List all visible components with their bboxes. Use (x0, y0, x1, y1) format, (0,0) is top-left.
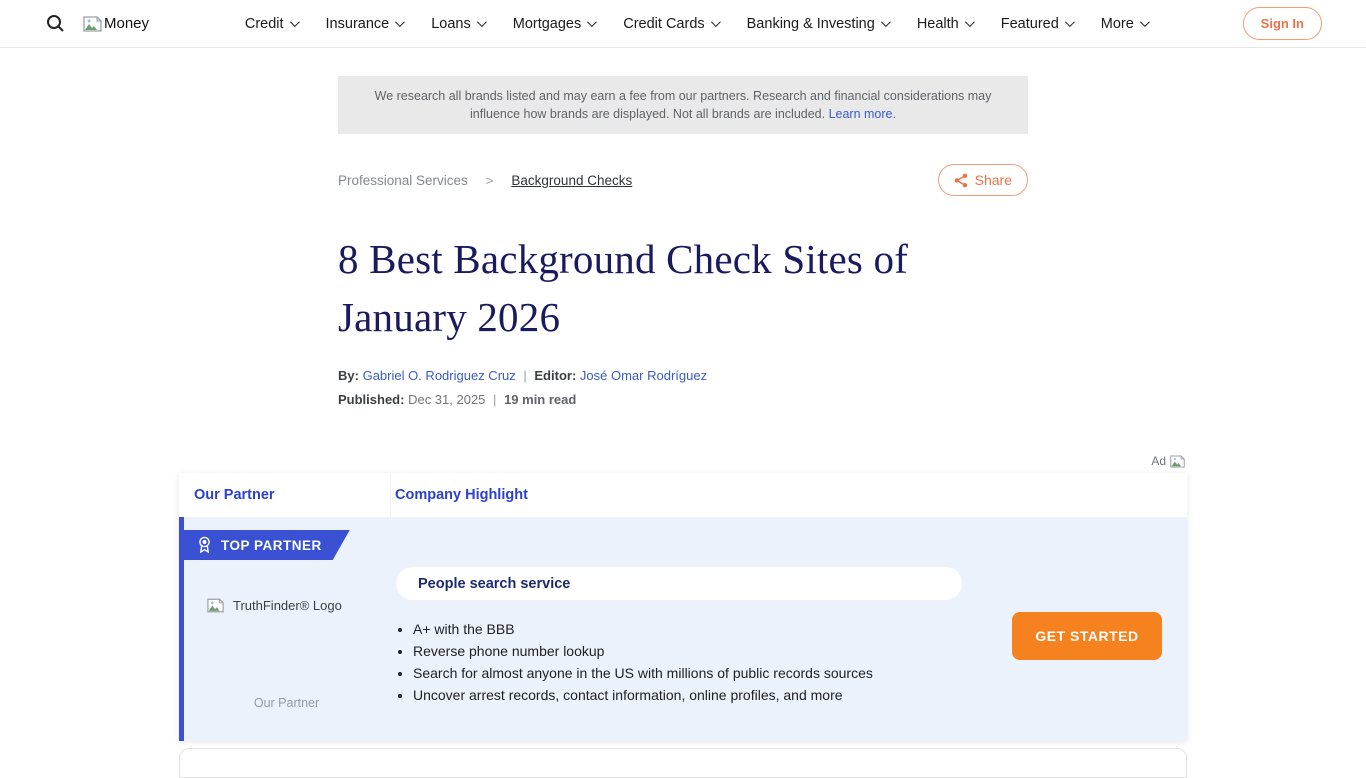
top-partner-badge-label: TOP PARTNER (221, 538, 322, 553)
highlight-bullet: Reverse phone number lookup (413, 644, 1013, 659)
partner-logo[interactable]: TruthFinder® Logo (207, 598, 342, 613)
nav-item-credit[interactable]: Credit (245, 16, 297, 32)
ad-unit: Ad Our Partner Company Highlight TOP PAR… (179, 453, 1187, 778)
our-partner-caption: Our Partner (184, 696, 389, 710)
breadcrumb-row: Professional Services > Background Check… (338, 164, 1028, 196)
next-partner-row-partial (179, 748, 1187, 778)
publine-separator: | (489, 392, 500, 407)
chevron-down-icon (289, 17, 299, 27)
published-label: Published: (338, 392, 404, 407)
chevron-down-icon (1065, 17, 1075, 27)
partner-card-body: TOP PARTNER TruthFinder® Logo Our Partne… (179, 517, 1187, 741)
top-partner-card: Our Partner Company Highlight TOP PARTNE… (179, 473, 1187, 741)
highlight-bullet-list: A+ with the BBB Reverse phone number loo… (413, 622, 1013, 710)
brand-logo[interactable]: Money (83, 15, 149, 32)
learn-more-link[interactable]: Learn more. (829, 107, 896, 121)
company-highlight-pill: People search service (396, 567, 962, 600)
ad-label: Ad (1151, 454, 1166, 468)
nav-item-loans[interactable]: Loans (431, 16, 484, 32)
company-highlight-column-header: Company Highlight (391, 486, 528, 504)
advertiser-disclosure: We research all brands listed and may ea… (338, 76, 1028, 134)
partner-card-header: Our Partner Company Highlight (179, 473, 1187, 517)
ad-label-row: Ad (179, 453, 1187, 469)
published-line: Published: Dec 31, 2025 | 19 min read (338, 392, 1028, 407)
main-nav: Credit Insurance Loans Mortgages Credit … (149, 16, 1243, 32)
nav-item-insurance[interactable]: Insurance (326, 16, 403, 32)
read-time: 19 min read (504, 392, 576, 407)
nav-item-banking-investing[interactable]: Banking & Investing (747, 16, 888, 32)
page-title: 8 Best Background Check Sites of January… (338, 230, 1028, 346)
broken-image-icon (1170, 455, 1185, 468)
chevron-down-icon (587, 17, 597, 27)
highlight-bullet: Uncover arrest records, contact informat… (413, 688, 1013, 703)
sign-in-button[interactable]: Sign In (1243, 7, 1322, 40)
search-button[interactable] (46, 14, 65, 33)
partner-logo-alt-text: TruthFinder® Logo (233, 598, 342, 613)
broken-image-icon (83, 16, 102, 32)
nav-item-credit-cards[interactable]: Credit Cards (623, 16, 717, 32)
nav-item-mortgages[interactable]: Mortgages (513, 16, 595, 32)
chevron-down-icon (965, 17, 975, 27)
chevron-down-icon (477, 17, 487, 27)
share-icon (954, 173, 968, 188)
byline: By: Gabriel O. Rodriguez Cruz | Editor: … (338, 368, 1028, 383)
author-link[interactable]: Gabriel O. Rodriguez Cruz (363, 368, 516, 383)
chevron-down-icon (395, 17, 405, 27)
get-started-button[interactable]: GET STARTED (1012, 612, 1162, 660)
our-partner-column-header: Our Partner (179, 473, 391, 517)
medal-icon (197, 536, 212, 554)
broken-image-icon (207, 598, 224, 613)
breadcrumb-current-link[interactable]: Background Checks (511, 173, 632, 188)
editor-label: Editor: (534, 368, 576, 383)
nav-item-featured[interactable]: Featured (1001, 16, 1072, 32)
highlight-bullet: A+ with the BBB (413, 622, 1013, 637)
disclosure-text: We research all brands listed and may ea… (375, 89, 992, 121)
breadcrumb-parent-link[interactable]: Professional Services (338, 173, 468, 188)
share-button[interactable]: Share (938, 164, 1028, 196)
breadcrumb: Professional Services > Background Check… (338, 173, 632, 188)
nav-item-more[interactable]: More (1101, 16, 1147, 32)
chevron-down-icon (1140, 17, 1150, 27)
brand-logo-alt-text: Money (104, 15, 149, 32)
share-label: Share (975, 172, 1012, 188)
breadcrumb-separator: > (486, 173, 494, 188)
byline-separator: | (519, 368, 530, 383)
chevron-down-icon (881, 17, 891, 27)
search-icon (46, 14, 65, 33)
top-navigation-bar: Money Credit Insurance Loans Mortgages C… (0, 0, 1366, 48)
by-label: By: (338, 368, 359, 383)
editor-link[interactable]: José Omar Rodríguez (580, 368, 707, 383)
chevron-down-icon (711, 17, 721, 27)
highlight-bullet: Search for almost anyone in the US with … (413, 666, 1013, 681)
top-partner-badge: TOP PARTNER (184, 530, 350, 560)
nav-item-health[interactable]: Health (917, 16, 972, 32)
published-date: Dec 31, 2025 (408, 392, 485, 407)
